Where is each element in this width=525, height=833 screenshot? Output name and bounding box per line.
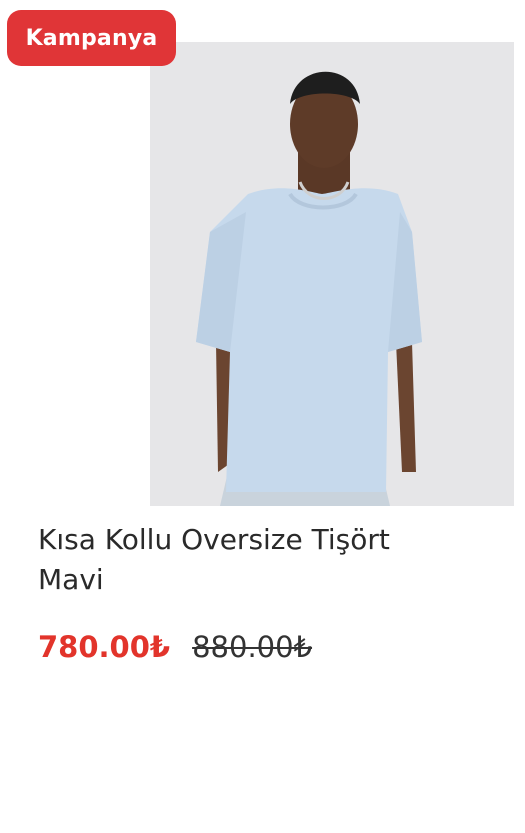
product-card[interactable]: Kampanya Kısa Kollu Oversize Tişört Mavi… [0, 0, 525, 833]
campaign-badge: Kampanya [7, 10, 176, 66]
price-row: 780.00₺ 880.00₺ [38, 630, 312, 664]
tshirt-model-photo [150, 42, 514, 506]
current-price: 780.00₺ [38, 630, 171, 664]
product-title[interactable]: Kısa Kollu Oversize Tişört Mavi [38, 520, 458, 600]
product-image[interactable] [150, 42, 514, 506]
old-price: 880.00₺ [192, 630, 313, 664]
